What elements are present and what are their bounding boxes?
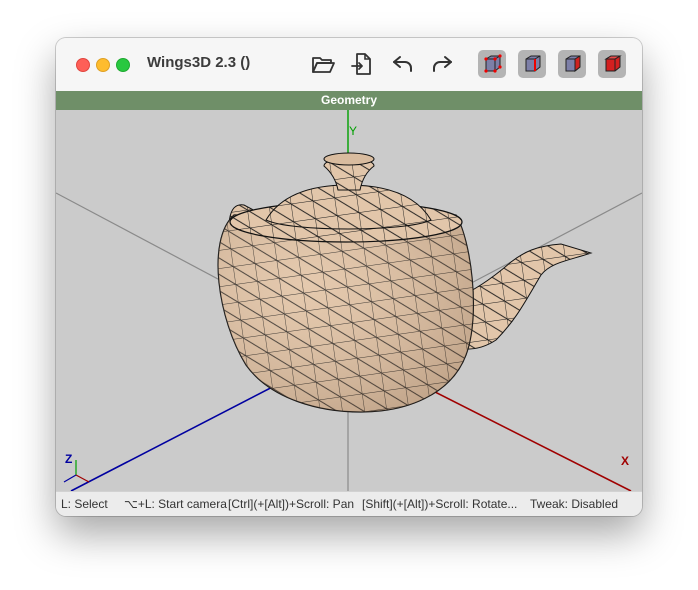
title-bar[interactable]: Wings3D 2.3 () [56, 38, 642, 92]
open-button[interactable] [308, 51, 338, 77]
geometry-panel-header: Geometry [56, 91, 642, 110]
teapot-model[interactable] [217, 152, 593, 413]
face-mode-icon [565, 55, 581, 73]
import-button[interactable] [347, 51, 377, 77]
vertex-mode-icon [484, 54, 502, 73]
geometry-viewport[interactable]: Y X Z [56, 110, 642, 491]
body-mode-button[interactable] [598, 50, 626, 78]
undo-button[interactable] [388, 51, 418, 77]
zoom-button[interactable] [116, 58, 130, 72]
mini-z-axis-label: Z [65, 452, 73, 466]
minimize-button[interactable] [96, 58, 110, 72]
import-icon [351, 53, 371, 75]
close-button[interactable] [76, 58, 90, 72]
x-axis-label: X [621, 454, 630, 468]
status-tweak: Tweak: Disabled [530, 497, 619, 511]
body-mode-icon [604, 55, 622, 72]
status-rotate: [Shift](+[Alt])+Scroll: Rotate... [362, 497, 518, 511]
teapot-spout [455, 243, 593, 350]
edge-mode-icon [525, 55, 541, 72]
window-title: Wings3D 2.3 () [147, 54, 251, 71]
edge-mode-button[interactable] [518, 50, 546, 78]
folder-open-icon [312, 57, 335, 73]
status-select: L: Select [61, 497, 108, 511]
face-mode-button[interactable] [558, 50, 586, 78]
status-camera: ⌥+L: Start camera [124, 497, 227, 511]
teapot-lid [265, 184, 432, 230]
redo-icon [433, 56, 452, 72]
redo-button[interactable] [427, 51, 457, 77]
status-pan: [Ctrl](+[Alt])+Scroll: Pan [228, 497, 355, 511]
y-axis-label: Y [349, 124, 358, 138]
vertex-mode-button[interactable] [478, 50, 506, 78]
status-bar: L: Select ⌥+L: Start camera [Ctrl](+[Alt… [56, 491, 642, 516]
app-window: Wings3D 2.3 () Geometry Y X Z L: Select … [56, 38, 642, 516]
scene-canvas[interactable] [56, 110, 642, 491]
undo-icon [393, 56, 412, 72]
